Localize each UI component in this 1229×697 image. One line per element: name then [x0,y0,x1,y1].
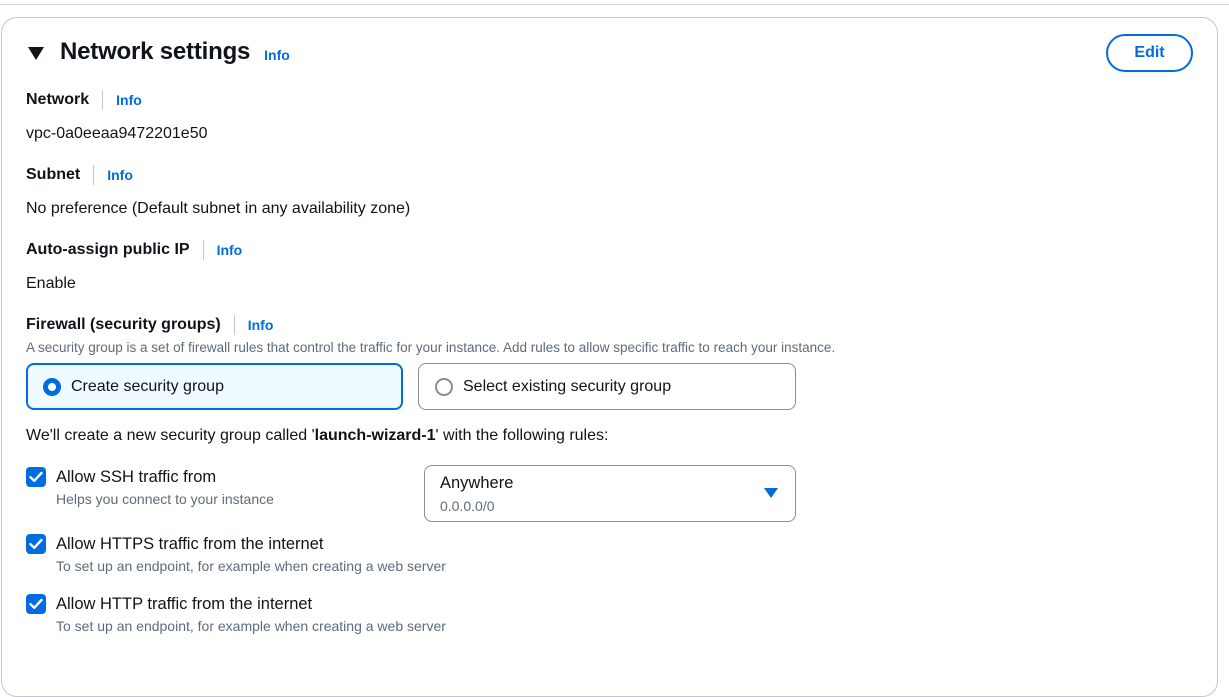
firewall-description: A security group is a set of firewall ru… [26,340,836,355]
edit-button[interactable]: Edit [1106,34,1193,72]
security-group-sentence: We'll create a new security group called… [26,427,608,445]
ssh-rule-description: Helps you connect to your instance [56,491,274,507]
http-rule-label: Allow HTTP traffic from the internet [56,595,313,613]
checkmark-icon [29,598,43,609]
ssh-source-value: Anywhere [440,474,514,492]
divider [233,315,235,335]
network-label-row: Network Info [26,90,142,110]
ssh-rule-label: Allow SSH traffic from [56,468,217,486]
public-ip-label-row: Auto-assign public IP Info [26,240,242,260]
section-title: Network settings [60,38,251,65]
firewall-label-row: Firewall (security groups) Info [26,315,273,335]
divider [93,165,95,185]
security-group-name: launch-wizard-1 [314,427,436,444]
http-rule: Allow HTTP traffic from the internet To … [26,594,446,634]
ssh-source-select[interactable]: Anywhere 0.0.0.0/0 [424,465,796,522]
subnet-label: Subnet [26,166,81,183]
divider [102,90,104,110]
section-info-link[interactable]: Info [264,47,290,63]
checkmark-icon [29,538,43,549]
public-ip-value: Enable [26,275,76,292]
create-security-group-label: Create security group [71,377,224,395]
ssh-rule: Allow SSH traffic from Helps you connect… [26,467,274,507]
network-info-link[interactable]: Info [116,92,142,108]
collapse-caret-icon[interactable] [28,46,44,60]
select-existing-security-group-label: Select existing security group [463,377,672,395]
subnet-label-row: Subnet Info [26,165,133,185]
checkmark-icon [29,471,43,482]
top-divider [0,0,1229,5]
radio-unselected-icon[interactable] [435,377,453,396]
firewall-label: Firewall (security groups) [26,316,221,333]
network-label: Network [26,91,90,108]
https-rule-description: To set up an endpoint, for example when … [56,558,446,574]
sentence-prefix: We'll create a new security group called… [26,427,315,444]
create-security-group-option[interactable]: Create security group [26,363,403,410]
subnet-info-link[interactable]: Info [107,167,133,183]
ssh-checkbox[interactable] [26,467,46,487]
network-value: vpc-0a0eeaa9472201e50 [26,125,208,142]
http-checkbox[interactable] [26,594,46,614]
section-header: Network settings Info [28,38,290,66]
dropdown-caret-icon [764,488,778,498]
http-rule-description: To set up an endpoint, for example when … [56,618,446,634]
public-ip-label: Auto-assign public IP [26,241,190,258]
ssh-source-cidr: 0.0.0.0/0 [440,498,495,514]
sentence-suffix: ' with the following rules: [435,427,609,444]
https-rule-label: Allow HTTPS traffic from the internet [56,535,324,553]
divider [202,240,204,260]
https-rule: Allow HTTPS traffic from the internet To… [26,534,446,574]
select-existing-security-group-option[interactable]: Select existing security group [418,363,796,410]
https-checkbox[interactable] [26,534,46,554]
subnet-value: No preference (Default subnet in any ava… [26,200,411,217]
firewall-info-link[interactable]: Info [248,317,274,333]
radio-selected-icon[interactable] [43,377,61,396]
public-ip-info-link[interactable]: Info [217,242,243,258]
